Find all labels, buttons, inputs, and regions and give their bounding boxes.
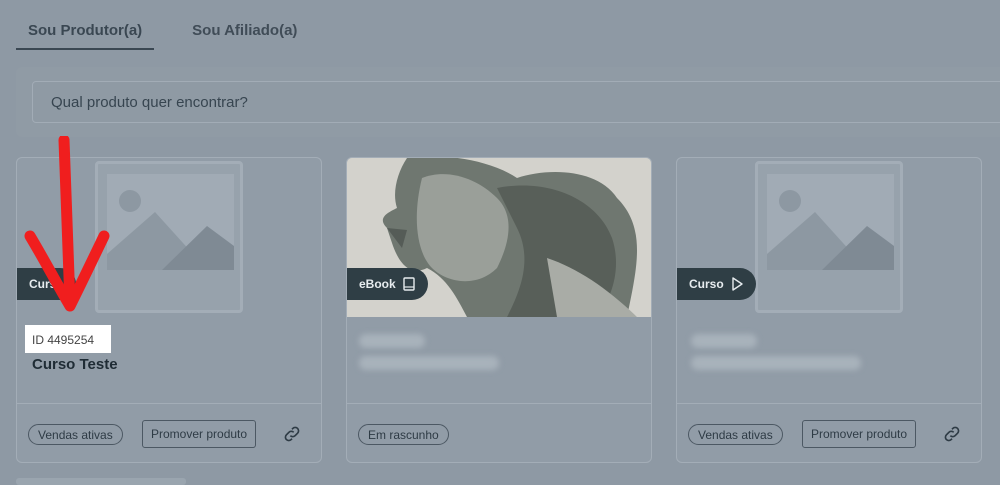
badge-label: Curso	[689, 277, 724, 291]
blurred-title	[691, 356, 861, 370]
status-badge: Vendas ativas	[688, 424, 783, 445]
search-input[interactable]: Qual produto quer encontrar?	[32, 81, 1000, 123]
promote-button[interactable]: Promover produto	[142, 420, 257, 448]
search-placeholder: Qual produto quer encontrar?	[51, 94, 248, 111]
product-id: ID 4495254	[32, 333, 95, 347]
annotation-arrow	[24, 136, 110, 312]
product-id-highlight: ID 4495254	[25, 325, 111, 353]
image-placeholder-icon	[107, 174, 234, 270]
blurred-id	[691, 334, 757, 348]
product-thumbnail	[95, 161, 243, 313]
blurred-title	[359, 356, 499, 370]
tab-affiliate[interactable]: Sou Afiliado(a)	[180, 14, 309, 50]
image-placeholder-icon	[767, 174, 894, 270]
play-icon	[731, 277, 743, 291]
link-icon[interactable]	[941, 424, 963, 444]
product-thumbnail	[755, 161, 903, 313]
promote-button[interactable]: Promover produto	[802, 420, 917, 448]
book-icon	[402, 277, 415, 291]
ebook-badge: eBook	[347, 268, 428, 300]
status-badge: Em rascunho	[358, 424, 449, 445]
link-icon[interactable]	[281, 424, 303, 444]
product-card[interactable]: eBook Em rascunho	[346, 157, 652, 463]
course-badge: Curso	[677, 268, 756, 300]
tab-producer[interactable]: Sou Produtor(a)	[16, 14, 155, 50]
product-title: Curso Teste	[32, 356, 118, 373]
badge-label: eBook	[359, 277, 396, 291]
tab-bar: Sou Produtor(a) Sou Afiliado(a)	[16, 14, 309, 50]
search-panel: Qual produto quer encontrar?	[16, 67, 1000, 137]
blurred-id	[359, 334, 425, 348]
product-card[interactable]: Curso Vendas ativas Promover produto	[676, 157, 982, 463]
status-badge: Vendas ativas	[28, 424, 123, 445]
scroll-hint	[16, 478, 186, 485]
